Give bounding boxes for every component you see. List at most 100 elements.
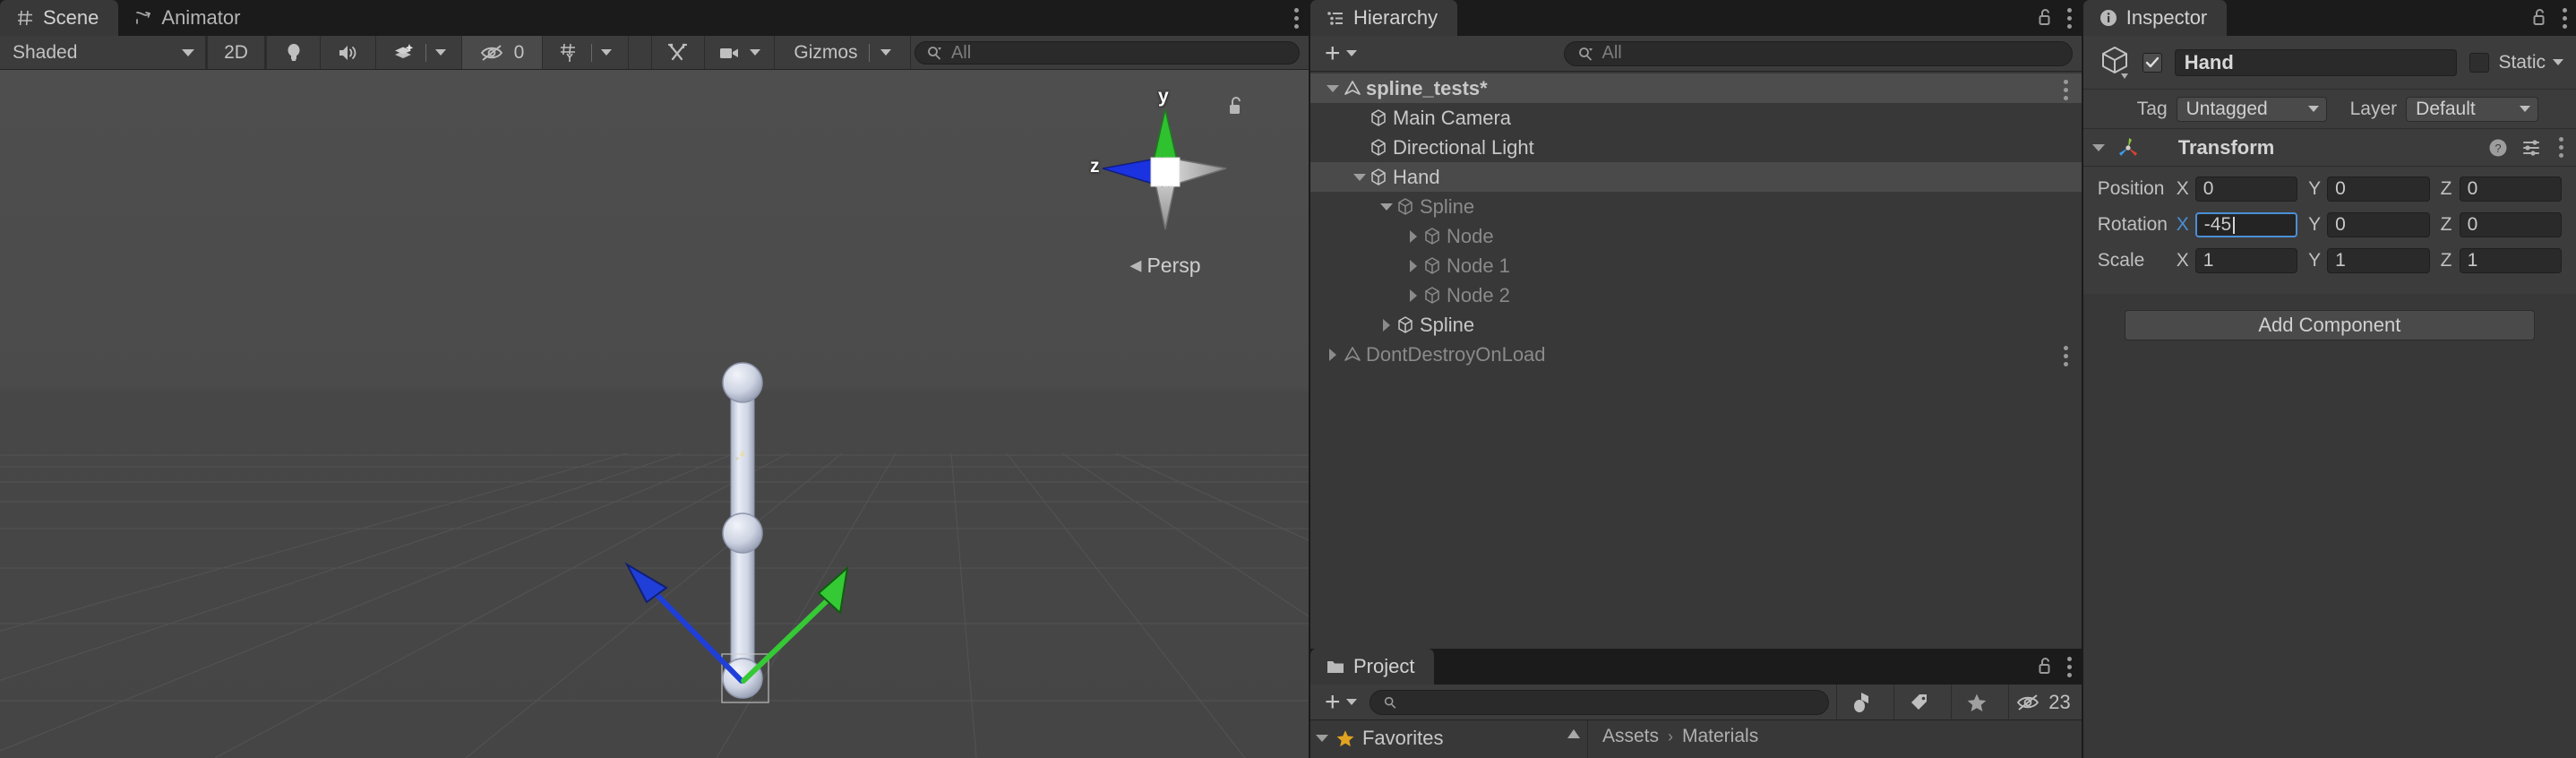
- chevron-down-icon-create: [1345, 50, 1357, 56]
- transform-component-header[interactable]: Transform ?: [2082, 129, 2576, 167]
- hierarchy-item[interactable]: Node 2: [1310, 280, 2082, 310]
- tab-scene[interactable]: Scene: [0, 0, 119, 36]
- project-browser: Favorites Assets › Materials: [1309, 720, 2082, 758]
- gameobject-icon: [1423, 286, 1447, 306]
- scene-camera-dropdown[interactable]: [704, 36, 775, 69]
- axis-letter-y[interactable]: Y: [2308, 214, 2321, 236]
- toggle-audio-button[interactable]: [321, 36, 376, 69]
- hierarchy-item[interactable]: Main Camera: [1310, 103, 2082, 133]
- hierarchy-item[interactable]: Node 1: [1310, 251, 2082, 280]
- lock-open-icon-inspector[interactable]: [2531, 7, 2549, 29]
- axis-cell: Z0: [2441, 212, 2562, 237]
- project-favorites-row[interactable]: Favorites: [1310, 724, 1587, 753]
- help-circle-icon[interactable]: ?: [2488, 138, 2508, 158]
- scene-fx-dropdown[interactable]: [376, 36, 462, 69]
- gameobject-name-field[interactable]: Hand: [2174, 48, 2458, 76]
- lock-open-icon-hierarchy[interactable]: [2037, 7, 2055, 29]
- hidden-objects-toggle[interactable]: 0: [462, 36, 543, 69]
- chevron-right-icon[interactable]: [1323, 348, 1343, 361]
- scene-icon: [1343, 80, 1366, 98]
- grid-dropdown[interactable]: [543, 36, 629, 69]
- tab-project[interactable]: Project: [1309, 649, 1435, 685]
- tag-dropdown[interactable]: Untagged: [2176, 96, 2327, 122]
- static-checkbox[interactable]: [2469, 52, 2490, 73]
- hierarchy-item[interactable]: Node: [1310, 221, 2082, 251]
- filter-by-label-button[interactable]: [1893, 684, 1944, 720]
- tab-animator[interactable]: Animator: [118, 0, 260, 36]
- scene-axis-gizmo[interactable]: y z ◂ Persp: [1076, 86, 1255, 279]
- scene-menu-kebab-icon[interactable]: [1294, 7, 1300, 29]
- scene-tools-button[interactable]: [650, 36, 705, 69]
- hierarchy-item[interactable]: DontDestroyOnLoad: [1310, 340, 2082, 369]
- lock-open-icon-project[interactable]: [2037, 656, 2055, 677]
- filter-by-type-button[interactable]: [1836, 684, 1886, 720]
- chevron-down-icon[interactable]: [1377, 202, 1396, 211]
- shading-mode-dropdown[interactable]: Shaded: [0, 36, 206, 69]
- toggle-lighting-button[interactable]: [267, 36, 321, 69]
- project-content-pane[interactable]: Assets › Materials: [1588, 720, 2082, 758]
- axis-letter-z[interactable]: Z: [2441, 250, 2453, 271]
- inspector-menu-kebab-icon[interactable]: [2562, 7, 2567, 29]
- hierarchy-item[interactable]: Hand: [1309, 162, 2082, 192]
- project-scroll-up-arrow[interactable]: [1566, 728, 1582, 745]
- chevron-down-icon-transform[interactable]: [2091, 143, 2105, 151]
- chevron-right-icon[interactable]: [1404, 229, 1423, 243]
- gameobject-enabled-checkbox[interactable]: [2142, 52, 2162, 73]
- transform-scale-z-input[interactable]: 1: [2459, 248, 2562, 273]
- hierarchy-tree[interactable]: spline_tests* Main Camera Directional Ligh…: [1309, 72, 2082, 649]
- axis-letter-z[interactable]: Z: [2441, 178, 2453, 200]
- transform-rotation-z-input[interactable]: 0: [2459, 212, 2562, 237]
- axis-letter-y[interactable]: Y: [2308, 178, 2321, 200]
- tab-hierarchy[interactable]: Hierarchy: [1309, 0, 1458, 36]
- gizmos-dropdown[interactable]: Gizmos: [774, 36, 911, 69]
- hierarchy-row-kebab-icon[interactable]: [2064, 346, 2069, 366]
- hierarchy-item[interactable]: spline_tests*: [1309, 73, 2082, 103]
- breadcrumb-item-materials[interactable]: Materials: [1682, 726, 1758, 747]
- transform-menu-kebab-icon[interactable]: [2558, 137, 2563, 158]
- transform-scale-x-input[interactable]: 1: [2194, 248, 2298, 273]
- shading-mode-label: Shaded: [13, 41, 78, 63]
- transform-rotation-x-input[interactable]: -45: [2194, 212, 2298, 237]
- hierarchy-item[interactable]: Spline: [1310, 192, 2082, 221]
- chevron-right-icon[interactable]: [1404, 259, 1423, 272]
- scene-search-input[interactable]: All: [914, 41, 1300, 65]
- transform-rotation-y-input[interactable]: 0: [2327, 212, 2430, 237]
- gameobject-header: Hand Static: [2082, 36, 2576, 90]
- project-menu-kebab-icon[interactable]: [2067, 656, 2073, 677]
- chevron-down-icon[interactable]: [1323, 84, 1343, 92]
- project-tree-pane[interactable]: Favorites: [1310, 720, 1588, 758]
- transform-position-z-input[interactable]: 0: [2459, 177, 2562, 202]
- chevron-down-icon-static[interactable]: [2553, 59, 2563, 65]
- transform-scale-y-input[interactable]: 1: [2327, 248, 2430, 273]
- chevron-down-icon-favorites[interactable]: [1315, 735, 1328, 742]
- breadcrumb-item-assets[interactable]: Assets: [1602, 726, 1659, 747]
- hierarchy-item[interactable]: Directional Light: [1310, 133, 2082, 162]
- project-hidden-count[interactable]: 23: [2008, 684, 2081, 720]
- projection-mode-label[interactable]: ◂ Persp: [1076, 251, 1255, 279]
- transform-position-y-input[interactable]: 0: [2327, 177, 2430, 202]
- axis-letter-z[interactable]: Z: [2441, 214, 2453, 236]
- axis-letter-x[interactable]: X: [2177, 214, 2189, 236]
- hierarchy-search-input[interactable]: All: [1563, 40, 2073, 66]
- scene-viewport[interactable]: y z ◂ Persp: [0, 70, 1309, 758]
- toggle-2d-button[interactable]: 2D: [208, 36, 265, 69]
- axis-letter-x[interactable]: X: [2177, 250, 2189, 271]
- chevron-down-icon[interactable]: [1350, 173, 1370, 181]
- axis-letter-y[interactable]: Y: [2308, 250, 2321, 271]
- add-component-button[interactable]: Add Component: [2124, 310, 2535, 340]
- chevron-right-icon[interactable]: [1404, 289, 1423, 302]
- hierarchy-item[interactable]: Spline: [1310, 310, 2082, 340]
- tab-inspector[interactable]: Inspector: [2082, 0, 2228, 36]
- lock-open-icon-scene[interactable]: [1226, 95, 1246, 123]
- transform-position-x-input[interactable]: 0: [2194, 177, 2298, 202]
- create-gameobject-button[interactable]: +: [1319, 39, 1362, 67]
- hierarchy-menu-kebab-icon[interactable]: [2067, 7, 2073, 29]
- filter-favorites-button[interactable]: [1951, 684, 2001, 720]
- hierarchy-row-kebab-icon[interactable]: [2064, 80, 2069, 100]
- preset-sliders-icon[interactable]: [2522, 138, 2544, 158]
- chevron-right-icon[interactable]: [1377, 318, 1396, 332]
- project-create-button[interactable]: +: [1319, 688, 1362, 716]
- layer-dropdown[interactable]: Default: [2406, 96, 2539, 122]
- axis-letter-x[interactable]: X: [2177, 178, 2189, 200]
- project-search-input[interactable]: [1369, 689, 1830, 715]
